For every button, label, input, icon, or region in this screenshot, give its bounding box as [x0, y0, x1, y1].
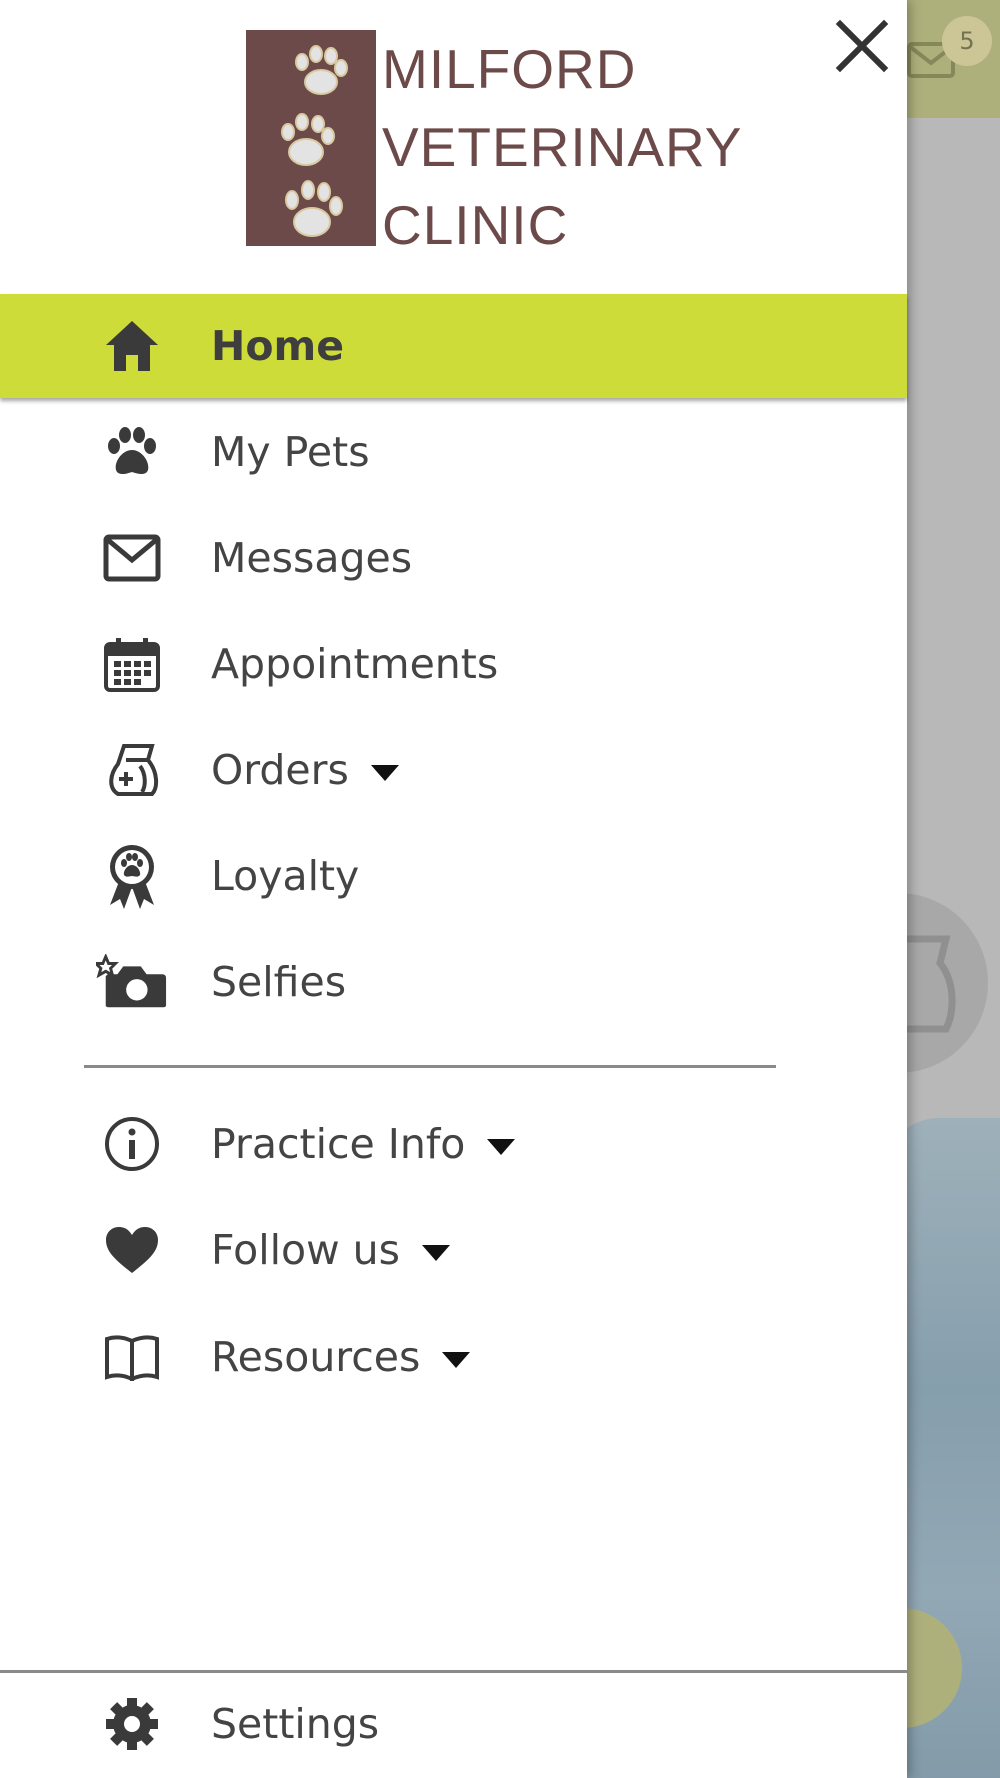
menu-label-practice-info: Practice Info: [211, 1120, 516, 1168]
menu-item-my-pets[interactable]: My Pets: [0, 400, 907, 504]
envelope-icon: [96, 522, 168, 594]
logo-line-2: VETERINARY: [382, 116, 743, 178]
menu-item-home[interactable]: Home: [0, 294, 907, 398]
award-ribbon-icon: [96, 840, 168, 912]
info-icon: [96, 1108, 168, 1180]
menu-item-follow-us[interactable]: Follow us: [0, 1198, 907, 1302]
logo-line-3: CLINIC: [382, 194, 569, 256]
book-icon: [96, 1321, 168, 1393]
camera-icon: [96, 946, 168, 1018]
close-icon: [835, 19, 889, 73]
menu-item-orders[interactable]: Orders: [0, 718, 907, 822]
clinic-logo: MILFORD VETERINARY CLINIC: [246, 30, 741, 256]
heart-icon: [96, 1214, 168, 1286]
chevron-down-icon[interactable]: [421, 1245, 450, 1261]
menu-divider: [84, 1065, 776, 1068]
menu-label-follow-us: Follow us: [211, 1226, 450, 1274]
menu-label-selfies: Selfies: [211, 958, 347, 1006]
menu-label-settings: Settings: [211, 1700, 380, 1748]
menu-label-orders: Orders: [211, 746, 399, 794]
menu-label-resources: Resources: [211, 1333, 471, 1381]
calendar-icon: [96, 628, 168, 700]
home-icon: [96, 310, 168, 382]
close-button[interactable]: [832, 16, 892, 76]
gear-icon: [96, 1688, 168, 1760]
chevron-down-icon[interactable]: [487, 1139, 516, 1155]
menu-label-appointments: Appointments: [211, 640, 499, 688]
menu-item-appointments[interactable]: Appointments: [0, 612, 907, 716]
paw-prints-logo-mark: [246, 30, 376, 246]
chevron-down-icon[interactable]: [370, 765, 399, 781]
menu-item-loyalty[interactable]: Loyalty: [0, 824, 907, 928]
menu-label-my-pets: My Pets: [211, 428, 370, 476]
menu-item-messages[interactable]: Messages: [0, 506, 907, 610]
menu-item-resources[interactable]: Resources: [0, 1305, 907, 1409]
clinic-name: MILFORD VETERINARY CLINIC: [382, 30, 743, 264]
menu-item-settings[interactable]: Settings: [0, 1672, 907, 1776]
menu-label-home: Home: [211, 322, 345, 370]
logo-line-1: MILFORD: [382, 38, 637, 100]
menu-item-selfies[interactable]: Selfies: [0, 930, 907, 1034]
menu-item-practice-info[interactable]: Practice Info: [0, 1092, 907, 1196]
menu-label-loyalty: Loyalty: [211, 852, 360, 900]
chevron-down-icon[interactable]: [442, 1352, 471, 1368]
paw-icon: [96, 416, 168, 488]
navigation-drawer: MILFORD VETERINARY CLINIC Home My Pets M…: [0, 0, 907, 1778]
menu-label-messages: Messages: [211, 534, 413, 582]
food-bag-icon: [96, 734, 168, 806]
